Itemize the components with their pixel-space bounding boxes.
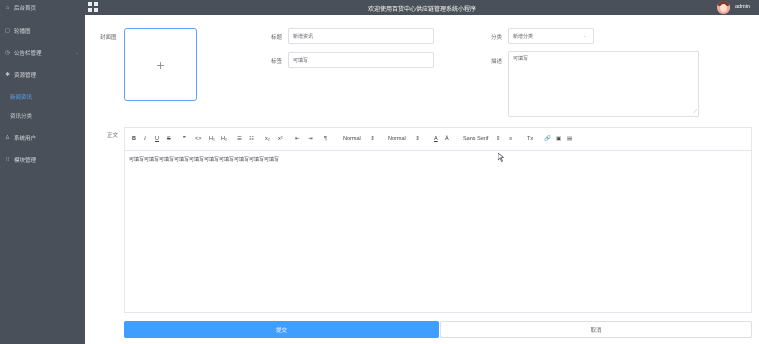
heading2-button[interactable]: H₂ bbox=[221, 136, 227, 142]
sidebar-item-label: 系统用户 bbox=[14, 136, 37, 142]
category-select[interactable]: 新增分类 ⌄ bbox=[508, 28, 594, 44]
text-direction-icon[interactable]: ¶ bbox=[324, 136, 327, 142]
sidebar-item-home[interactable]: ⌂ 后台首页 bbox=[0, 2, 85, 14]
sidebar-item-news-categories[interactable]: 资讯分类 bbox=[0, 110, 85, 122]
outdent-icon[interactable]: ⇤ bbox=[295, 136, 300, 142]
category-label: 分类 bbox=[491, 35, 503, 41]
sidebar-item-label: 资源管理 bbox=[14, 73, 37, 79]
description-value: 可填写 bbox=[513, 56, 529, 62]
cancel-button[interactable]: 取消 bbox=[440, 321, 752, 338]
cover-label: 封面图 bbox=[100, 35, 117, 41]
size-select-value: Normal bbox=[343, 136, 361, 142]
content-label: 正文 bbox=[107, 133, 119, 139]
sidebar-item-label: 公告栏管理 bbox=[14, 51, 42, 57]
strike-button[interactable]: S bbox=[167, 136, 171, 142]
username[interactable]: admin bbox=[735, 4, 750, 10]
sidebar-item-news[interactable]: 新闻资讯 bbox=[0, 91, 85, 103]
rich-text-editor: B I U S ❞ <> H₁ H₂ ☰ ☷ x₂ x² ⇤ ⇥ ¶ Norma… bbox=[124, 127, 752, 313]
title-label: 标题 bbox=[271, 35, 283, 41]
quote-icon[interactable]: ❞ bbox=[183, 136, 186, 142]
code-icon[interactable]: <> bbox=[195, 136, 201, 142]
clean-format-icon[interactable]: Tx bbox=[527, 136, 533, 142]
avatar[interactable] bbox=[717, 1, 730, 14]
plus-icon: + bbox=[156, 56, 165, 73]
heading1-button[interactable]: H₁ bbox=[209, 136, 215, 142]
select-arrows-icon: ⇕ bbox=[370, 136, 375, 142]
gear-icon: ✱ bbox=[5, 72, 10, 78]
sidebar-item-label: 轮播图 bbox=[14, 29, 31, 35]
select-arrows-icon: ⇕ bbox=[415, 136, 420, 142]
sidebar-item-announcements[interactable]: ◷ 公告栏管理 ⌄ bbox=[0, 47, 85, 59]
header-select-value: Normal bbox=[388, 136, 406, 142]
header-select[interactable]: Normal ⇕ bbox=[388, 136, 420, 142]
mouse-cursor-icon bbox=[497, 152, 505, 164]
background-color-icon[interactable]: Ā bbox=[445, 136, 449, 142]
cover-upload[interactable]: + bbox=[124, 28, 197, 101]
sidebar-item-label: 资讯分类 bbox=[10, 114, 33, 120]
indent-icon[interactable]: ⇥ bbox=[308, 136, 313, 142]
user-icon: ♙ bbox=[5, 135, 10, 141]
video-icon[interactable]: ▤ bbox=[567, 136, 572, 142]
italic-button[interactable]: I bbox=[144, 136, 146, 142]
resize-handle-icon[interactable]: ⟋ bbox=[693, 109, 697, 115]
sidebar-item-label: 后台首页 bbox=[14, 6, 37, 12]
font-select-value: Sans Serif bbox=[463, 136, 489, 142]
sidebar-item-label: 新闻资讯 bbox=[10, 95, 33, 101]
top-bar: 欢迎使用百货中心供应链管理系统小程序 admin bbox=[85, 0, 759, 15]
bold-button[interactable]: B bbox=[132, 136, 136, 142]
size-select[interactable]: Normal ⇕ bbox=[343, 136, 375, 142]
ordered-list-icon[interactable]: ☰ bbox=[237, 136, 242, 142]
link-icon[interactable]: 🔗 bbox=[544, 136, 551, 142]
tag-label: 标签 bbox=[271, 59, 283, 65]
clock-icon: ◷ bbox=[5, 50, 10, 56]
title-input[interactable]: 新增资讯 bbox=[288, 28, 434, 44]
description-label: 描述 bbox=[491, 59, 503, 65]
font-select[interactable]: Sans Serif ⇕ bbox=[463, 136, 501, 142]
chevron-down-icon: ⌄ bbox=[582, 33, 587, 39]
superscript-button[interactable]: x² bbox=[278, 136, 283, 142]
sidebar-item-system-users[interactable]: ♙ 系统用户 bbox=[0, 132, 85, 144]
tag-input[interactable]: 可填写 bbox=[288, 52, 434, 68]
sidebar-item-resources[interactable]: ✱ 资源管理 bbox=[0, 69, 85, 81]
bullet-list-icon[interactable]: ☷ bbox=[249, 136, 254, 142]
submit-button[interactable]: 提交 bbox=[124, 321, 439, 338]
sidebar-item-carousel[interactable]: ▢ 轮播图 bbox=[0, 25, 85, 37]
description-textarea[interactable]: 可填写 ⟋ bbox=[508, 51, 699, 117]
editor-content[interactable]: 可填写可填写可填写可填写可填写可填写可填写可填写可填写可填写 bbox=[129, 156, 279, 163]
grid-icon: ⁞⁞ bbox=[5, 157, 10, 163]
underline-button[interactable]: U bbox=[155, 136, 159, 142]
sidebar-item-label: 模块管理 bbox=[14, 158, 37, 164]
image-icon[interactable]: ▣ bbox=[556, 136, 561, 142]
image-icon: ▢ bbox=[4, 28, 11, 34]
select-arrows-icon: ⇕ bbox=[495, 136, 501, 142]
chevron-down-icon: ⌄ bbox=[74, 50, 79, 56]
subscript-button[interactable]: x₂ bbox=[265, 136, 270, 142]
title-input-value: 新增资讯 bbox=[293, 33, 314, 40]
sidebar-item-modules[interactable]: ⁞⁞ 模块管理 bbox=[0, 154, 85, 166]
sidebar: ⌂ 后台首页 ▢ 轮播图 ◷ 公告栏管理 ⌄ ✱ 资源管理 新闻资讯 资讯分类 … bbox=[0, 0, 85, 344]
home-icon: ⌂ bbox=[5, 5, 10, 11]
tag-input-value: 可填写 bbox=[293, 57, 309, 64]
text-color-icon[interactable]: A bbox=[434, 136, 438, 142]
align-icon[interactable]: ≡ bbox=[509, 136, 512, 142]
category-select-value: 新增分类 bbox=[513, 33, 534, 40]
page-title: 欢迎使用百货中心供应链管理系统小程序 bbox=[367, 7, 476, 13]
editor-toolbar: B I U S ❞ <> H₁ H₂ ☰ ☷ x₂ x² ⇤ ⇥ ¶ Norma… bbox=[125, 128, 751, 151]
